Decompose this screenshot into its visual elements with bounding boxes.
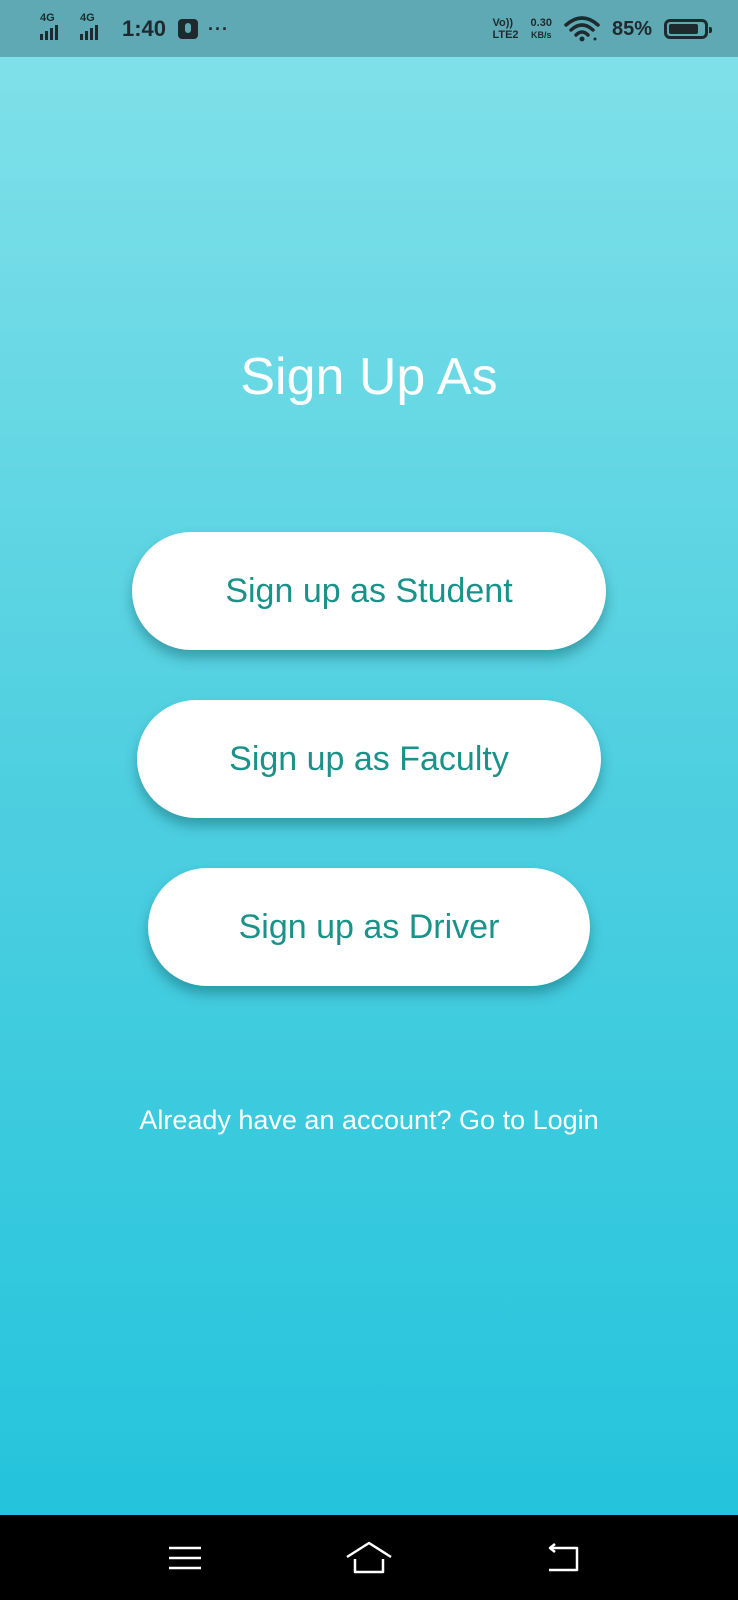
volte-indicator: Vo)) LTE2	[492, 17, 518, 41]
menu-icon	[169, 1546, 201, 1570]
signal-2: 4G	[80, 12, 112, 44]
network-speed: 0.30 KB/s	[531, 17, 552, 41]
status-left: 4G 4G 1:40 ···	[40, 12, 229, 46]
more-notifications-indicator: ···	[208, 18, 230, 39]
battery-percent: 85%	[611, 17, 652, 40]
clock-time: 1:40	[122, 16, 167, 41]
page-title: Sign Up As	[240, 348, 498, 406]
signal-1-label: 4G	[40, 12, 55, 24]
sign-up-student-label: Sign up as Student	[225, 571, 513, 610]
home-button[interactable]	[339, 1533, 399, 1583]
signal-2-label: 4G	[80, 12, 95, 24]
volte-top: Vo))	[492, 17, 514, 29]
back-button[interactable]	[533, 1533, 593, 1583]
network-speed-value: 0.30	[530, 17, 552, 29]
status-right: Vo)) LTE2 0.30 KB/s 85%	[492, 12, 712, 46]
menu-button[interactable]	[155, 1533, 215, 1583]
sign-up-driver-label: Sign up as Driver	[238, 907, 500, 946]
home-icon	[346, 1541, 392, 1574]
signal-icon	[40, 25, 58, 40]
wifi-icon	[564, 16, 600, 42]
network-speed-unit: KB/s	[531, 30, 552, 40]
sign-up-faculty-button[interactable]: Sign up as Faculty	[137, 700, 601, 818]
volte-bottom: LTE2	[492, 29, 519, 41]
status-bar: 4G 4G 1:40 ··· Vo)) LTE2 0.30 KB/s 85%	[0, 0, 738, 57]
navigation-bar	[0, 1515, 738, 1600]
signal-icon	[80, 25, 98, 40]
sign-up-driver-button[interactable]: Sign up as Driver	[148, 868, 590, 986]
sign-up-faculty-label: Sign up as Faculty	[229, 739, 509, 778]
battery-icon	[664, 19, 712, 39]
mic-icon	[178, 19, 199, 39]
signup-screen: Sign Up As Sign up as Student Sign up as…	[0, 57, 738, 1515]
battery-fill	[669, 24, 698, 34]
go-to-login-link[interactable]: Already have an account? Go to Login	[0, 1105, 738, 1136]
sign-up-student-button[interactable]: Sign up as Student	[132, 532, 606, 650]
back-icon	[548, 1543, 579, 1572]
signal-1: 4G	[40, 12, 72, 44]
